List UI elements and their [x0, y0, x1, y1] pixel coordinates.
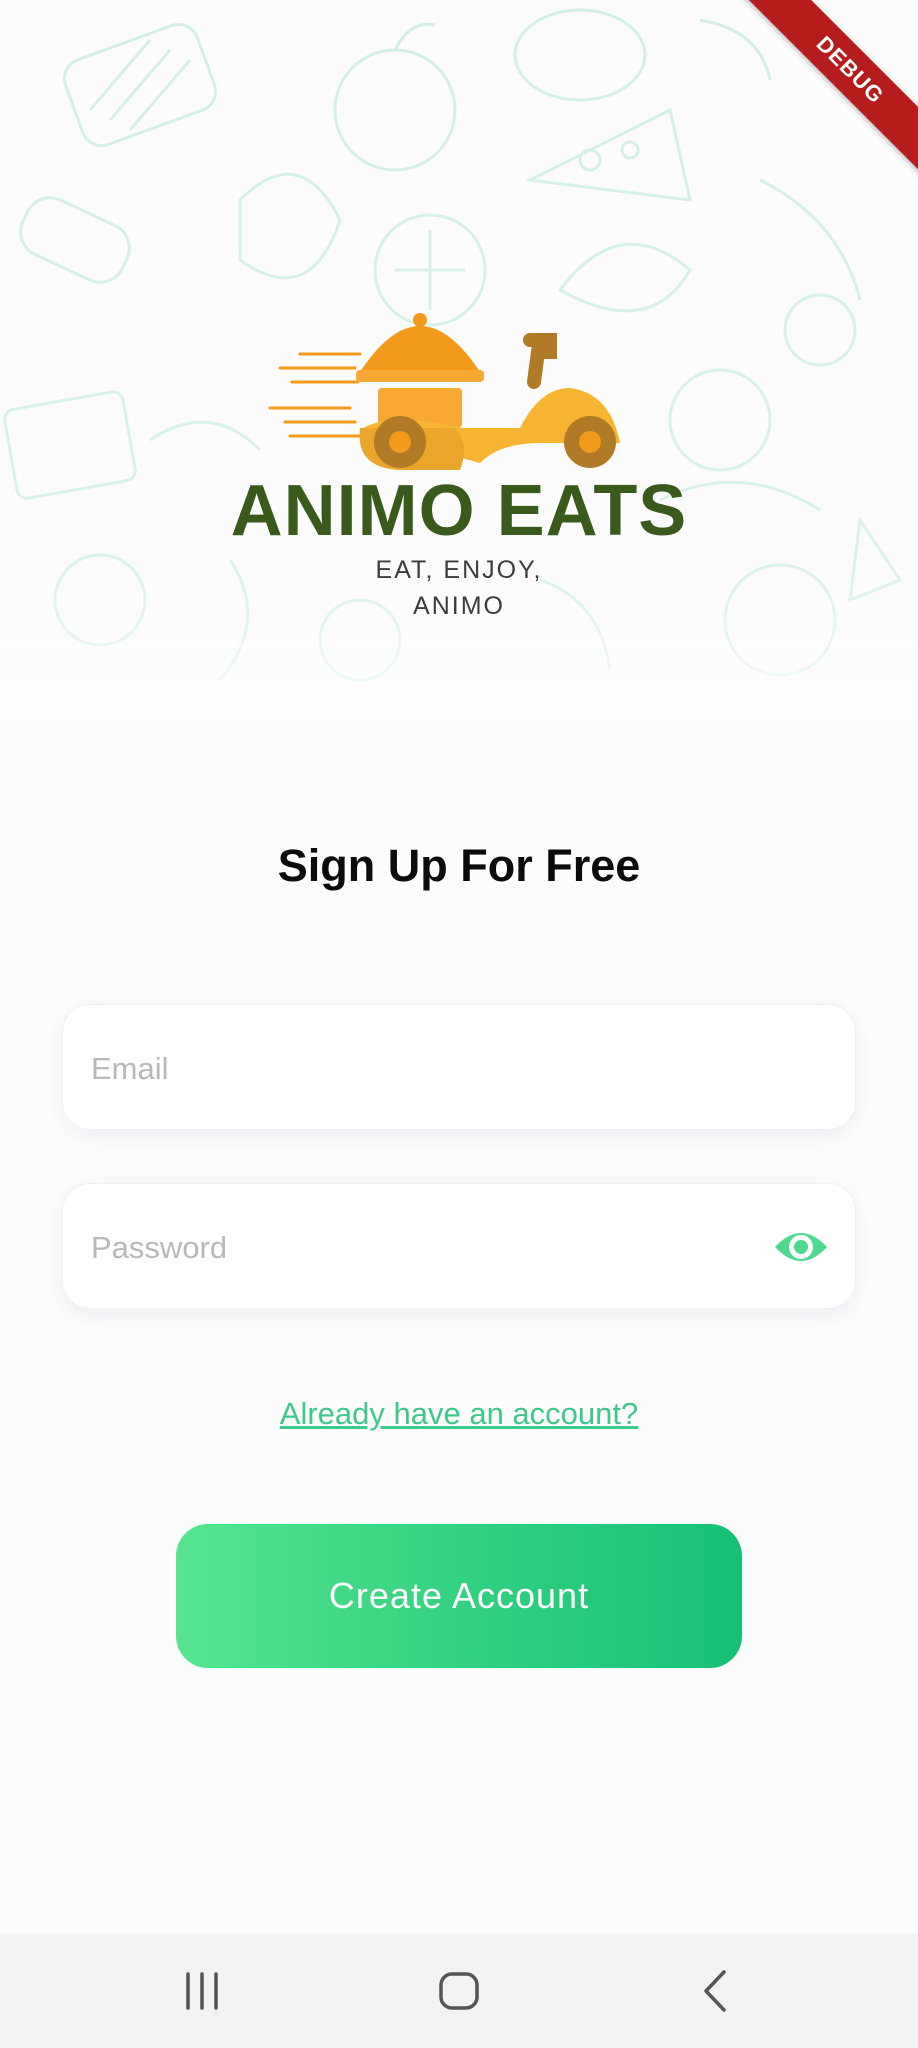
create-account-button[interactable]: Create Account	[176, 1524, 742, 1668]
tagline-line-2: ANIMO	[413, 592, 505, 620]
back-icon[interactable]	[676, 1954, 756, 2028]
recent-apps-icon[interactable]	[162, 1954, 242, 2028]
system-navigation-bar	[0, 1934, 918, 2048]
brand-tagline: EAT, ENJOY, ANIMO	[0, 552, 918, 624]
home-icon[interactable]	[419, 1954, 499, 2028]
tagline-line-1: EAT, ENJOY,	[375, 556, 543, 584]
page-title: Sign Up For Free	[277, 840, 641, 891]
brand-name: ANIMO EATS	[230, 471, 688, 551]
email-field-container	[62, 1004, 856, 1133]
password-input[interactable]	[89, 1184, 733, 1312]
email-input[interactable]	[89, 1005, 733, 1133]
eye-icon[interactable]	[773, 1223, 829, 1271]
already-have-account-link[interactable]: Already have an account?	[0, 1396, 918, 1432]
password-field-container	[62, 1183, 856, 1312]
